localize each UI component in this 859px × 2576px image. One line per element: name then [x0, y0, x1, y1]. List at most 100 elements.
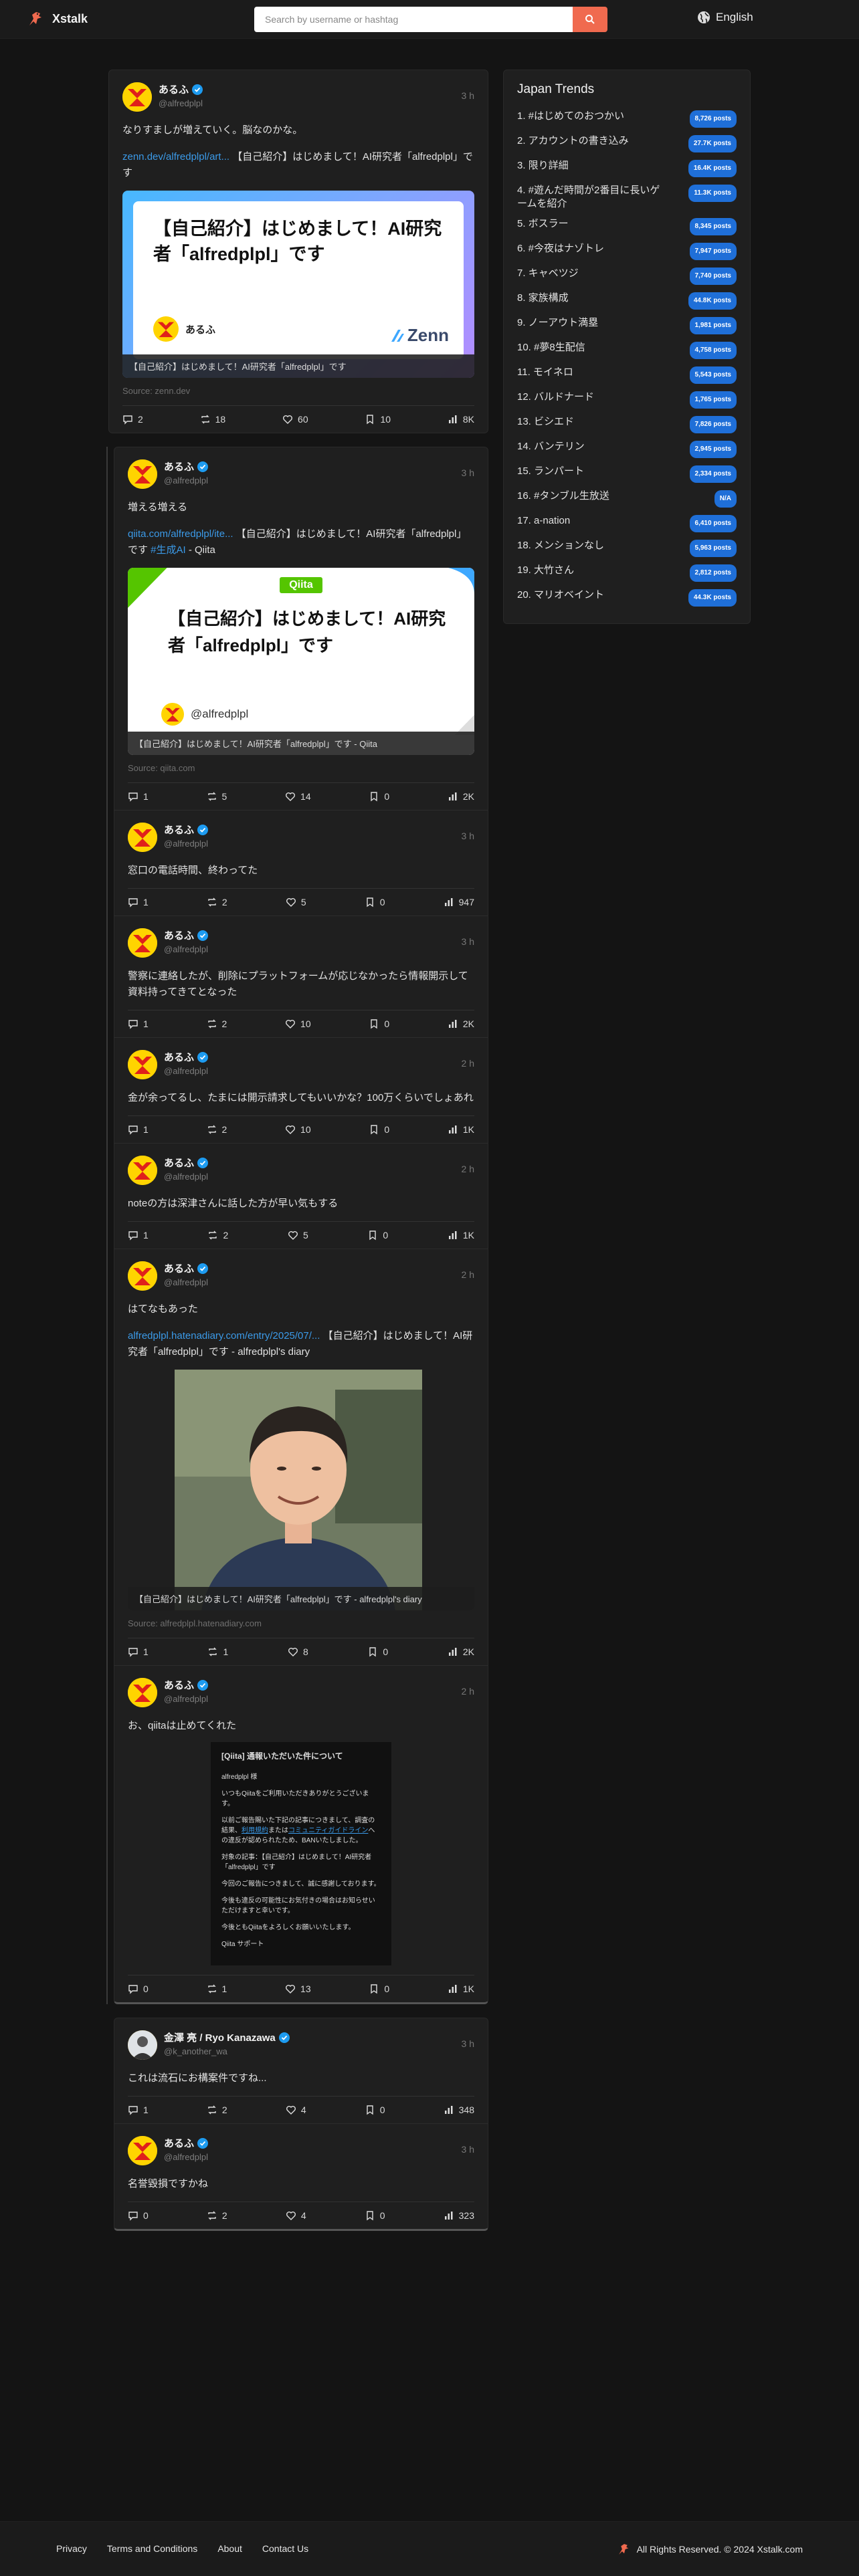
bookmark-button[interactable]: 0 — [367, 1230, 388, 1241]
avatar[interactable] — [128, 2136, 157, 2165]
user-name[interactable]: あるふ — [164, 459, 194, 473]
language-selector[interactable]: English — [697, 11, 753, 24]
trend-item[interactable]: 7. キャベツジ 7,740 posts — [517, 263, 737, 288]
search-button[interactable] — [573, 7, 607, 32]
avatar[interactable] — [128, 823, 157, 852]
retweet-button[interactable]: 2 — [207, 897, 227, 907]
bookmark-button[interactable]: 0 — [369, 791, 389, 802]
trend-item[interactable]: 16. #タンブル生放送 N/A — [517, 486, 737, 511]
reply-button[interactable]: 1 — [128, 1124, 149, 1135]
brand-logo[interactable]: Xstalk — [27, 9, 88, 28]
user-handle[interactable]: @alfredplpl — [159, 98, 455, 108]
like-button[interactable]: 10 — [285, 1018, 311, 1029]
reply-button[interactable]: 1 — [128, 1646, 149, 1657]
search-input[interactable] — [254, 7, 573, 32]
avatar[interactable] — [128, 928, 157, 958]
reply-button[interactable]: 0 — [128, 1983, 149, 1994]
tweet-link[interactable]: alfredplpl.hatenadiary.com/entry/2025/07… — [128, 1330, 320, 1341]
like-button[interactable]: 14 — [285, 791, 311, 802]
trend-item[interactable]: 10. #夢8生配信 4,758 posts — [517, 338, 737, 362]
trend-item[interactable]: 6. #今夜はナゾトレ 7,947 posts — [517, 239, 737, 263]
reply-button[interactable]: 0 — [128, 2210, 149, 2221]
user-handle[interactable]: @alfredplpl — [164, 839, 455, 849]
user-handle[interactable]: @alfredplpl — [164, 944, 455, 954]
bookmark-button[interactable]: 0 — [365, 2105, 385, 2115]
trend-item[interactable]: 9. ノーアウト満塁 1,981 posts — [517, 313, 737, 338]
avatar[interactable] — [128, 2030, 157, 2060]
avatar[interactable] — [128, 1678, 157, 1707]
like-button[interactable]: 10 — [285, 1124, 311, 1135]
bookmark-button[interactable]: 0 — [369, 1018, 389, 1029]
trend-item[interactable]: 11. モイネロ 5,543 posts — [517, 362, 737, 387]
like-button[interactable]: 60 — [282, 414, 308, 425]
bookmark-button[interactable]: 0 — [365, 2210, 385, 2221]
trend-item[interactable]: 8. 家族構成 44.8K posts — [517, 288, 737, 313]
trend-item[interactable]: 1. #はじめてのおつかい 8,726 posts — [517, 106, 737, 131]
footer-link[interactable]: Terms and Conditions — [107, 2543, 197, 2554]
retweet-button[interactable]: 1 — [207, 1646, 228, 1657]
bookmark-button[interactable]: 0 — [369, 1124, 389, 1135]
bookmark-button[interactable]: 10 — [365, 414, 391, 425]
avatar[interactable] — [122, 82, 152, 112]
reply-button[interactable]: 1 — [128, 791, 149, 802]
trend-item[interactable]: 3. 限り詳細 16.4K posts — [517, 156, 737, 181]
retweet-button[interactable]: 2 — [207, 2210, 227, 2221]
user-handle[interactable]: @alfredplpl — [164, 1066, 455, 1076]
reply-button[interactable]: 1 — [128, 1230, 149, 1241]
trend-item[interactable]: 14. バンテリン 2,945 posts — [517, 437, 737, 461]
user-name[interactable]: あるふ — [164, 1678, 194, 1692]
user-name[interactable]: あるふ — [164, 823, 194, 837]
user-handle[interactable]: @alfredplpl — [164, 1694, 455, 1704]
user-handle[interactable]: @alfredplpl — [164, 1172, 455, 1182]
retweet-button[interactable]: 2 — [207, 1230, 228, 1241]
reply-button[interactable]: 1 — [128, 1018, 149, 1029]
bookmark-button[interactable]: 0 — [367, 1646, 388, 1657]
like-button[interactable]: 4 — [286, 2105, 306, 2115]
tweet-link[interactable]: qiita.com/alfredplpl/ite... — [128, 528, 233, 540]
trend-item[interactable]: 20. マリオベイント 44.3K posts — [517, 585, 737, 610]
retweet-button[interactable]: 2 — [207, 1124, 227, 1135]
guideline-link[interactable]: コミュニティガイドライン — [288, 1827, 368, 1834]
user-handle[interactable]: @alfredplpl — [164, 1277, 455, 1287]
avatar[interactable] — [128, 1261, 157, 1291]
user-handle[interactable]: @alfredplpl — [164, 475, 455, 486]
link-preview-card[interactable]: 【自己紹介】はじめまして！AI研究者「alfredplpl」です あるふ Zen… — [122, 191, 474, 378]
trend-item[interactable]: 5. ボスラー 8,345 posts — [517, 214, 737, 239]
trend-item[interactable]: 2. アカウントの書き込み 27.7K posts — [517, 131, 737, 156]
trend-item[interactable]: 19. 大竹さん 2,812 posts — [517, 560, 737, 585]
hashtag-link[interactable]: #生成AI — [151, 544, 186, 556]
link-preview-card[interactable]: 【自己紹介】はじめまして！AI研究者「alfredplpl」です - alfre… — [128, 1370, 474, 1610]
user-name[interactable]: あるふ — [164, 1261, 194, 1275]
user-handle[interactable]: @k_another_wa — [164, 2046, 455, 2056]
user-name[interactable]: あるふ — [164, 2136, 194, 2150]
retweet-button[interactable]: 18 — [200, 414, 225, 425]
like-button[interactable]: 5 — [286, 897, 306, 907]
retweet-button[interactable]: 1 — [207, 1983, 227, 1994]
trend-item[interactable]: 18. メンションなし 5,963 posts — [517, 536, 737, 560]
reply-button[interactable]: 1 — [128, 2105, 149, 2115]
user-handle[interactable]: @alfredplpl — [164, 2152, 455, 2162]
footer-link[interactable]: Privacy — [56, 2543, 87, 2554]
footer-link[interactable]: Contact Us — [262, 2543, 308, 2554]
user-name[interactable]: あるふ — [164, 928, 194, 942]
user-name[interactable]: あるふ — [164, 1050, 194, 1064]
like-button[interactable]: 5 — [288, 1230, 308, 1241]
user-name[interactable]: あるふ — [164, 1156, 194, 1170]
reply-button[interactable]: 1 — [128, 897, 149, 907]
user-name[interactable]: 金澤 亮 / Ryo Kanazawa — [164, 2030, 276, 2044]
avatar[interactable] — [128, 1156, 157, 1185]
terms-link[interactable]: 利用規約 — [242, 1827, 268, 1834]
like-button[interactable]: 8 — [288, 1646, 308, 1657]
user-name[interactable]: あるふ — [159, 82, 189, 96]
avatar[interactable] — [128, 459, 157, 489]
trend-item[interactable]: 17. a-nation 6,410 posts — [517, 511, 737, 536]
trend-item[interactable]: 12. バルドナード 1,765 posts — [517, 387, 737, 412]
tweet-link[interactable]: zenn.dev/alfredplpl/art... — [122, 151, 229, 163]
retweet-button[interactable]: 2 — [207, 1018, 227, 1029]
retweet-button[interactable]: 5 — [207, 791, 227, 802]
trend-item[interactable]: 13. ビシエド 7,826 posts — [517, 412, 737, 437]
trend-item[interactable]: 15. ランパート 2,334 posts — [517, 461, 737, 486]
like-button[interactable]: 4 — [286, 2210, 306, 2221]
link-preview-card[interactable]: Qiita 【自己紹介】はじめまして！AI研究者「alfredplpl」です @al… — [128, 568, 474, 755]
bookmark-button[interactable]: 0 — [369, 1983, 389, 1994]
